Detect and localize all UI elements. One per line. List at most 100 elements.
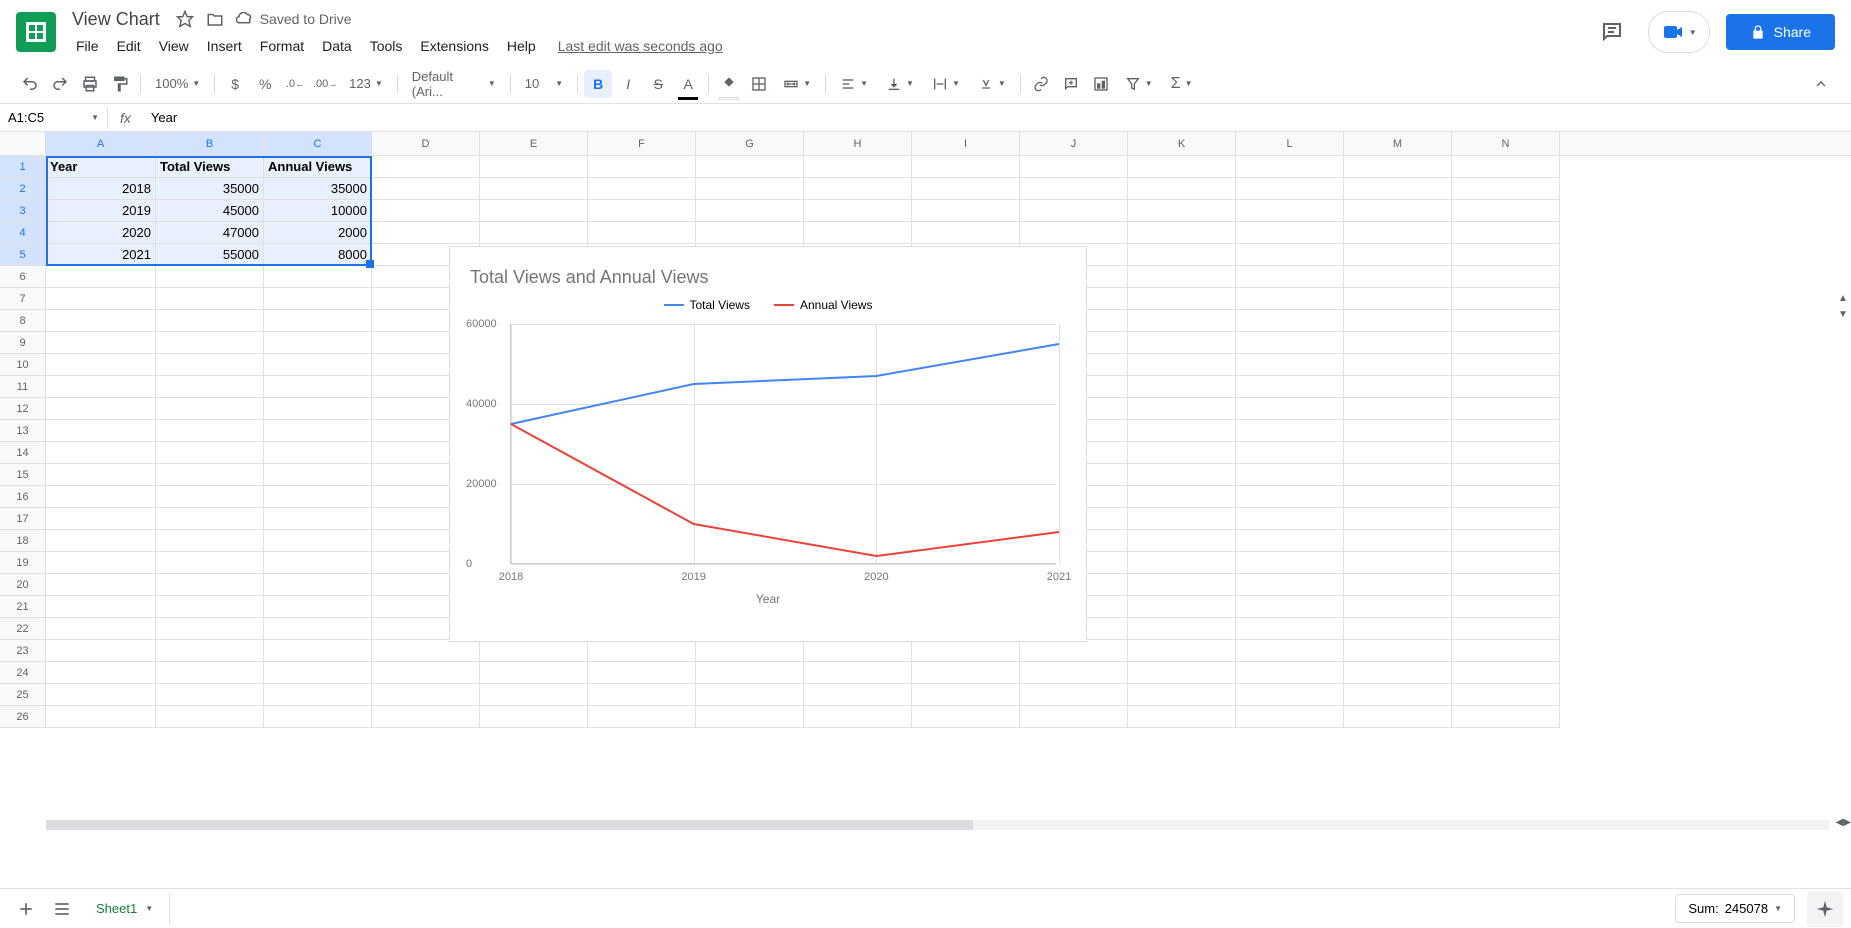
cell-L13[interactable] bbox=[1236, 420, 1344, 442]
cell-B13[interactable] bbox=[156, 420, 264, 442]
cell-M17[interactable] bbox=[1344, 508, 1452, 530]
comment-history-button[interactable] bbox=[1592, 12, 1632, 52]
cell-K19[interactable] bbox=[1128, 552, 1236, 574]
paint-format-button[interactable] bbox=[106, 70, 134, 98]
cell-E4[interactable] bbox=[480, 222, 588, 244]
all-sheets-button[interactable] bbox=[44, 891, 80, 927]
cell-B23[interactable] bbox=[156, 640, 264, 662]
cell-L25[interactable] bbox=[1236, 684, 1344, 706]
cell-K11[interactable] bbox=[1128, 376, 1236, 398]
cell-E24[interactable] bbox=[480, 662, 588, 684]
cell-B20[interactable] bbox=[156, 574, 264, 596]
cell-G26[interactable] bbox=[696, 706, 804, 728]
cell-N15[interactable] bbox=[1452, 464, 1560, 486]
share-button[interactable]: Share bbox=[1726, 14, 1835, 50]
strikethrough-button[interactable]: S bbox=[644, 70, 672, 98]
cell-H1[interactable] bbox=[804, 156, 912, 178]
cell-N16[interactable] bbox=[1452, 486, 1560, 508]
cell-A8[interactable] bbox=[46, 310, 156, 332]
cell-A11[interactable] bbox=[46, 376, 156, 398]
cell-A4[interactable]: 2020 bbox=[46, 222, 156, 244]
cell-A22[interactable] bbox=[46, 618, 156, 640]
cell-L21[interactable] bbox=[1236, 596, 1344, 618]
cell-A21[interactable] bbox=[46, 596, 156, 618]
row-header-18[interactable]: 18 bbox=[0, 530, 46, 552]
insert-link-button[interactable] bbox=[1027, 70, 1055, 98]
cell-L6[interactable] bbox=[1236, 266, 1344, 288]
row-header-14[interactable]: 14 bbox=[0, 442, 46, 464]
cell-G24[interactable] bbox=[696, 662, 804, 684]
menu-data[interactable]: Data bbox=[314, 34, 360, 58]
cell-L7[interactable] bbox=[1236, 288, 1344, 310]
horizontal-scrollbar[interactable] bbox=[46, 820, 1829, 830]
cell-K3[interactable] bbox=[1128, 200, 1236, 222]
cell-M22[interactable] bbox=[1344, 618, 1452, 640]
cell-M7[interactable] bbox=[1344, 288, 1452, 310]
cell-A7[interactable] bbox=[46, 288, 156, 310]
cell-B2[interactable]: 35000 bbox=[156, 178, 264, 200]
format-currency-button[interactable]: $ bbox=[221, 70, 249, 98]
row-header-15[interactable]: 15 bbox=[0, 464, 46, 486]
cell-K20[interactable] bbox=[1128, 574, 1236, 596]
cell-L2[interactable] bbox=[1236, 178, 1344, 200]
cell-L15[interactable] bbox=[1236, 464, 1344, 486]
cell-F24[interactable] bbox=[588, 662, 696, 684]
cell-C21[interactable] bbox=[264, 596, 372, 618]
column-header-N[interactable]: N bbox=[1452, 132, 1560, 155]
cell-C1[interactable]: Annual Views bbox=[264, 156, 372, 178]
cell-B22[interactable] bbox=[156, 618, 264, 640]
cell-G4[interactable] bbox=[696, 222, 804, 244]
cell-E23[interactable] bbox=[480, 640, 588, 662]
cell-L26[interactable] bbox=[1236, 706, 1344, 728]
menu-extensions[interactable]: Extensions bbox=[412, 34, 496, 58]
cell-A26[interactable] bbox=[46, 706, 156, 728]
decrease-decimal-button[interactable]: .0← bbox=[281, 70, 309, 98]
cell-B17[interactable] bbox=[156, 508, 264, 530]
sheets-logo[interactable] bbox=[16, 12, 56, 52]
cell-K18[interactable] bbox=[1128, 530, 1236, 552]
cell-K6[interactable] bbox=[1128, 266, 1236, 288]
cell-F26[interactable] bbox=[588, 706, 696, 728]
cell-C19[interactable] bbox=[264, 552, 372, 574]
cell-E26[interactable] bbox=[480, 706, 588, 728]
cell-N1[interactable] bbox=[1452, 156, 1560, 178]
more-formats-button[interactable]: 123▼ bbox=[341, 72, 391, 95]
cell-K7[interactable] bbox=[1128, 288, 1236, 310]
cell-N4[interactable] bbox=[1452, 222, 1560, 244]
sheet-nav-right[interactable]: ▶ bbox=[1843, 814, 1851, 830]
cell-K25[interactable] bbox=[1128, 684, 1236, 706]
cell-E1[interactable] bbox=[480, 156, 588, 178]
cell-A25[interactable] bbox=[46, 684, 156, 706]
cell-M16[interactable] bbox=[1344, 486, 1452, 508]
cell-K14[interactable] bbox=[1128, 442, 1236, 464]
row-header-17[interactable]: 17 bbox=[0, 508, 46, 530]
cell-K12[interactable] bbox=[1128, 398, 1236, 420]
cell-A24[interactable] bbox=[46, 662, 156, 684]
row-header-9[interactable]: 9 bbox=[0, 332, 46, 354]
cell-B21[interactable] bbox=[156, 596, 264, 618]
cell-G2[interactable] bbox=[696, 178, 804, 200]
menu-tools[interactable]: Tools bbox=[362, 34, 411, 58]
cell-H24[interactable] bbox=[804, 662, 912, 684]
star-icon[interactable] bbox=[176, 10, 194, 28]
cell-H2[interactable] bbox=[804, 178, 912, 200]
cell-L10[interactable] bbox=[1236, 354, 1344, 376]
cell-K5[interactable] bbox=[1128, 244, 1236, 266]
cell-N13[interactable] bbox=[1452, 420, 1560, 442]
cell-K15[interactable] bbox=[1128, 464, 1236, 486]
format-percent-button[interactable]: % bbox=[251, 70, 279, 98]
cell-L20[interactable] bbox=[1236, 574, 1344, 596]
insert-comment-button[interactable] bbox=[1057, 70, 1085, 98]
cell-D24[interactable] bbox=[372, 662, 480, 684]
horizontal-align-button[interactable]: ▼ bbox=[832, 72, 876, 96]
row-header-3[interactable]: 3 bbox=[0, 200, 46, 222]
undo-button[interactable] bbox=[16, 70, 44, 98]
cell-C5[interactable]: 8000 bbox=[264, 244, 372, 266]
cell-K21[interactable] bbox=[1128, 596, 1236, 618]
cell-I24[interactable] bbox=[912, 662, 1020, 684]
cell-F23[interactable] bbox=[588, 640, 696, 662]
cell-I25[interactable] bbox=[912, 684, 1020, 706]
cell-A9[interactable] bbox=[46, 332, 156, 354]
cell-C10[interactable] bbox=[264, 354, 372, 376]
row-header-23[interactable]: 23 bbox=[0, 640, 46, 662]
